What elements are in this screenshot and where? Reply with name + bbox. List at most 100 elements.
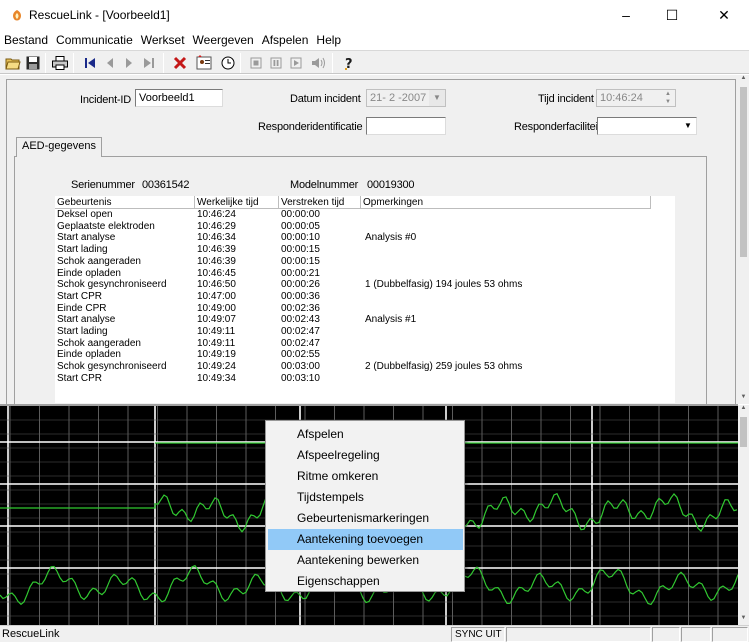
tijd-incident-field[interactable]: 10:46:24 ▲ ▼	[596, 89, 676, 107]
window-title: RescueLink - [Voorbeeld1]	[29, 8, 170, 22]
model-value: 00019300	[367, 179, 415, 191]
event-list[interactable]: Gebeurtenis Werkelijke tijd Verstreken t…	[55, 196, 675, 403]
stop-icon[interactable]	[246, 53, 266, 73]
chevron-down-icon[interactable]: ▼	[429, 90, 445, 106]
column-gebeurtenis[interactable]: Gebeurtenis	[55, 196, 195, 209]
list-item[interactable]: Start analyse 10:46:34 00:00:10 Analysis #0	[55, 232, 675, 244]
step-forward-icon[interactable]	[119, 53, 139, 73]
status-app-name: RescueLink	[2, 628, 60, 640]
event-elapsed-time: 00:02:55	[281, 349, 320, 361]
sound-icon[interactable]	[308, 53, 328, 73]
event-name: Deksel open	[57, 209, 113, 220]
list-item[interactable]: Schok aangeraden 10:46:39 00:00:15	[55, 256, 675, 268]
event-actual-time: 10:49:07	[197, 314, 236, 326]
event-elapsed-time: 00:00:15	[281, 244, 320, 256]
event-name: Start lading	[57, 326, 108, 337]
scrollbar-thumb[interactable]	[740, 87, 747, 257]
save-icon[interactable]	[23, 53, 43, 73]
menu-afspelen[interactable]: Afspelen	[258, 31, 313, 49]
list-item[interactable]: Start CPR 10:49:34 00:03:10	[55, 373, 675, 385]
list-item[interactable]: Schok gesynchroniseerd 10:49:24 00:03:00 2 …	[55, 361, 675, 373]
list-item[interactable]: Schok aangeraden 10:49:11 00:02:47	[55, 338, 675, 350]
menu-communicatie[interactable]: Communicatie	[52, 31, 137, 49]
event-actual-time: 10:49:00	[197, 302, 236, 314]
panel-scrollbar[interactable]: ▲ ▼	[738, 75, 749, 404]
datum-incident-value: 21- 2 -2007	[370, 92, 427, 104]
play-icon[interactable]	[286, 53, 306, 73]
event-remarks: Analysis #1	[365, 314, 417, 326]
responder-id-field[interactable]	[366, 117, 446, 135]
event-actual-time: 10:46:29	[197, 220, 236, 232]
event-elapsed-time: 00:03:00	[281, 361, 320, 373]
menu-item-gebeurtenismarkeringen[interactable]: Gebeurtenismarkeringen	[268, 508, 463, 529]
menu-item-afspeelregeling[interactable]: Afspeelregeling	[268, 445, 463, 466]
delete-icon[interactable]	[170, 53, 190, 73]
list-item[interactable]: Start lading 10:46:39 00:00:15	[55, 244, 675, 256]
skip-first-icon[interactable]	[80, 53, 100, 73]
list-item[interactable]: Geplaatste elektroden 10:46:29 00:00:05	[55, 221, 675, 233]
scrollbar-thumb[interactable]	[740, 417, 747, 447]
help-icon[interactable]: ?	[338, 53, 358, 73]
step-back-icon[interactable]	[100, 53, 120, 73]
event-elapsed-time: 00:00:05	[281, 220, 320, 232]
time-spinner-icon[interactable]: ▲ ▼	[661, 90, 675, 106]
scroll-down-icon[interactable]: ▼	[738, 394, 749, 404]
skip-last-icon[interactable]	[139, 53, 159, 73]
status-pane	[681, 627, 711, 642]
scroll-up-icon[interactable]: ▲	[738, 75, 749, 85]
menu-weergeven[interactable]: Weergeven	[189, 31, 258, 49]
close-button[interactable]: ✕	[704, 4, 744, 26]
column-werkelijke-tijd[interactable]: Werkelijke tijd	[195, 196, 279, 209]
event-elapsed-time: 00:00:26	[281, 279, 320, 291]
toolbar-separator	[45, 53, 46, 73]
tab-aed-gegevens[interactable]: AED-gegevens	[16, 137, 102, 157]
print-icon[interactable]	[50, 53, 70, 73]
menu-item-aantekening-toevoegen[interactable]: Aantekening toevoegen	[268, 529, 463, 550]
menu-item-eigenschappen[interactable]: Eigenschappen	[268, 571, 463, 592]
list-item[interactable]: Einde opladen 10:46:45 00:00:21	[55, 268, 675, 280]
list-item[interactable]: Start lading 10:49:11 00:02:47	[55, 326, 675, 338]
event-name: Start analyse	[57, 232, 116, 244]
scroll-up-icon[interactable]: ▲	[738, 405, 749, 415]
toolbar-separator	[332, 53, 333, 73]
list-item[interactable]: Start analyse 10:49:07 00:02:43 Analysis #1	[55, 314, 675, 326]
incident-id-field[interactable]: Voorbeeld1	[135, 89, 223, 107]
column-verstreken-tijd[interactable]: Verstreken tijd	[279, 196, 361, 209]
event-actual-time: 10:49:11	[197, 337, 236, 349]
event-elapsed-time: 00:03:10	[281, 372, 320, 384]
list-item[interactable]: Start CPR 10:47:00 00:00:36	[55, 291, 675, 303]
menu-item-ritme-omkeren[interactable]: Ritme omkeren	[268, 466, 463, 487]
minimize-button[interactable]: –	[606, 4, 646, 26]
patient-data-icon[interactable]	[194, 53, 214, 73]
event-elapsed-time: 00:02:47	[281, 337, 320, 349]
event-actual-time: 10:46:39	[197, 244, 236, 256]
menu-werkset[interactable]: Werkset	[137, 31, 189, 49]
event-elapsed-time: 00:02:36	[281, 302, 320, 314]
event-list-header: Gebeurtenis Werkelijke tijd Verstreken t…	[55, 196, 675, 209]
datum-incident-field[interactable]: 21- 2 -2007 ▼	[366, 89, 446, 107]
list-item[interactable]: Schok gesynchroniseerd 10:46:50 00:00:26 1 …	[55, 279, 675, 291]
waveform-scrollbar[interactable]: ▲ ▼	[738, 405, 749, 625]
maximize-button[interactable]: ☐	[652, 4, 692, 26]
menu-bestand[interactable]: Bestand	[0, 31, 52, 49]
pause-icon[interactable]	[266, 53, 286, 73]
sync-status: SYNC UIT	[451, 627, 505, 642]
menu-item-aantekening-bewerken[interactable]: Aantekening bewerken	[268, 550, 463, 571]
menu-help[interactable]: Help	[312, 31, 345, 49]
list-item[interactable]: Deksel open 10:46:24 00:00:00	[55, 209, 675, 221]
menu-item-tijdstempels[interactable]: Tijdstempels	[268, 487, 463, 508]
clock-icon[interactable]	[218, 53, 238, 73]
list-item[interactable]: Einde opladen 10:49:19 00:02:55	[55, 349, 675, 361]
event-actual-time: 10:46:50	[197, 279, 236, 291]
event-name: Schok gesynchroniseerd	[57, 279, 167, 291]
responder-facility-select[interactable]: ▼	[597, 117, 697, 135]
chevron-down-icon[interactable]: ▼	[680, 118, 696, 134]
menu-item-afspelen[interactable]: Afspelen	[268, 424, 463, 445]
list-item[interactable]: Einde CPR 10:49:00 00:02:36	[55, 303, 675, 315]
toolbar-separator	[163, 53, 164, 73]
open-folder-icon[interactable]	[3, 53, 23, 73]
scroll-down-icon[interactable]: ▼	[738, 615, 749, 625]
event-name: Schok aangeraden	[57, 255, 141, 267]
event-actual-time: 10:46:45	[197, 267, 236, 279]
column-opmerkingen[interactable]: Opmerkingen	[361, 196, 651, 209]
